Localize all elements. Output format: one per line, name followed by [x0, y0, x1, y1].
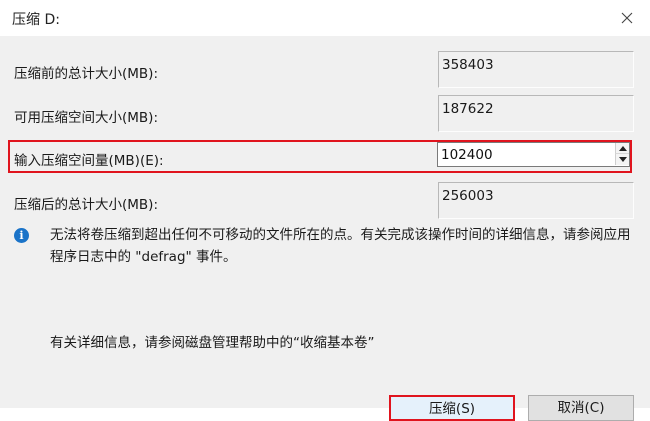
triangle-up-icon: [619, 146, 627, 151]
info-icon: i: [14, 228, 29, 243]
total-after-value: 256003: [438, 182, 634, 219]
shrink-amount-input[interactable]: [438, 143, 614, 166]
close-button[interactable]: [604, 0, 650, 36]
close-icon: [621, 12, 633, 24]
info-message: 无法将卷压缩到超出任何不可移动的文件所在的点。有关完成该操作时间的详细信息，请参…: [50, 227, 631, 265]
spinner-buttons: [615, 143, 629, 166]
shrink-amount-label: 输入压缩空间量(MB)(E):: [14, 153, 164, 169]
shrink-button[interactable]: 压缩(S): [389, 395, 515, 421]
spin-down-button[interactable]: [615, 154, 629, 165]
cancel-button[interactable]: 取消(C): [528, 395, 634, 421]
triangle-down-icon: [619, 157, 627, 162]
spin-up-button[interactable]: [615, 143, 629, 154]
dialog-body: 压缩前的总计大小(MB): 358403 可用压缩空间大小(MB): 18762…: [0, 36, 650, 421]
total-before-label: 压缩前的总计大小(MB):: [14, 66, 158, 82]
total-before-value: 358403: [438, 51, 634, 88]
shrink-amount-spinner[interactable]: [437, 142, 630, 167]
window-title: 压缩 D:: [12, 12, 60, 28]
available-label: 可用压缩空间大小(MB):: [14, 110, 158, 126]
available-value: 187622: [438, 95, 634, 132]
title-bar: 压缩 D:: [0, 0, 650, 36]
help-message: 有关详细信息，请参阅磁盘管理帮助中的“收缩基本卷”: [50, 335, 375, 351]
total-after-label: 压缩后的总计大小(MB):: [14, 197, 158, 213]
